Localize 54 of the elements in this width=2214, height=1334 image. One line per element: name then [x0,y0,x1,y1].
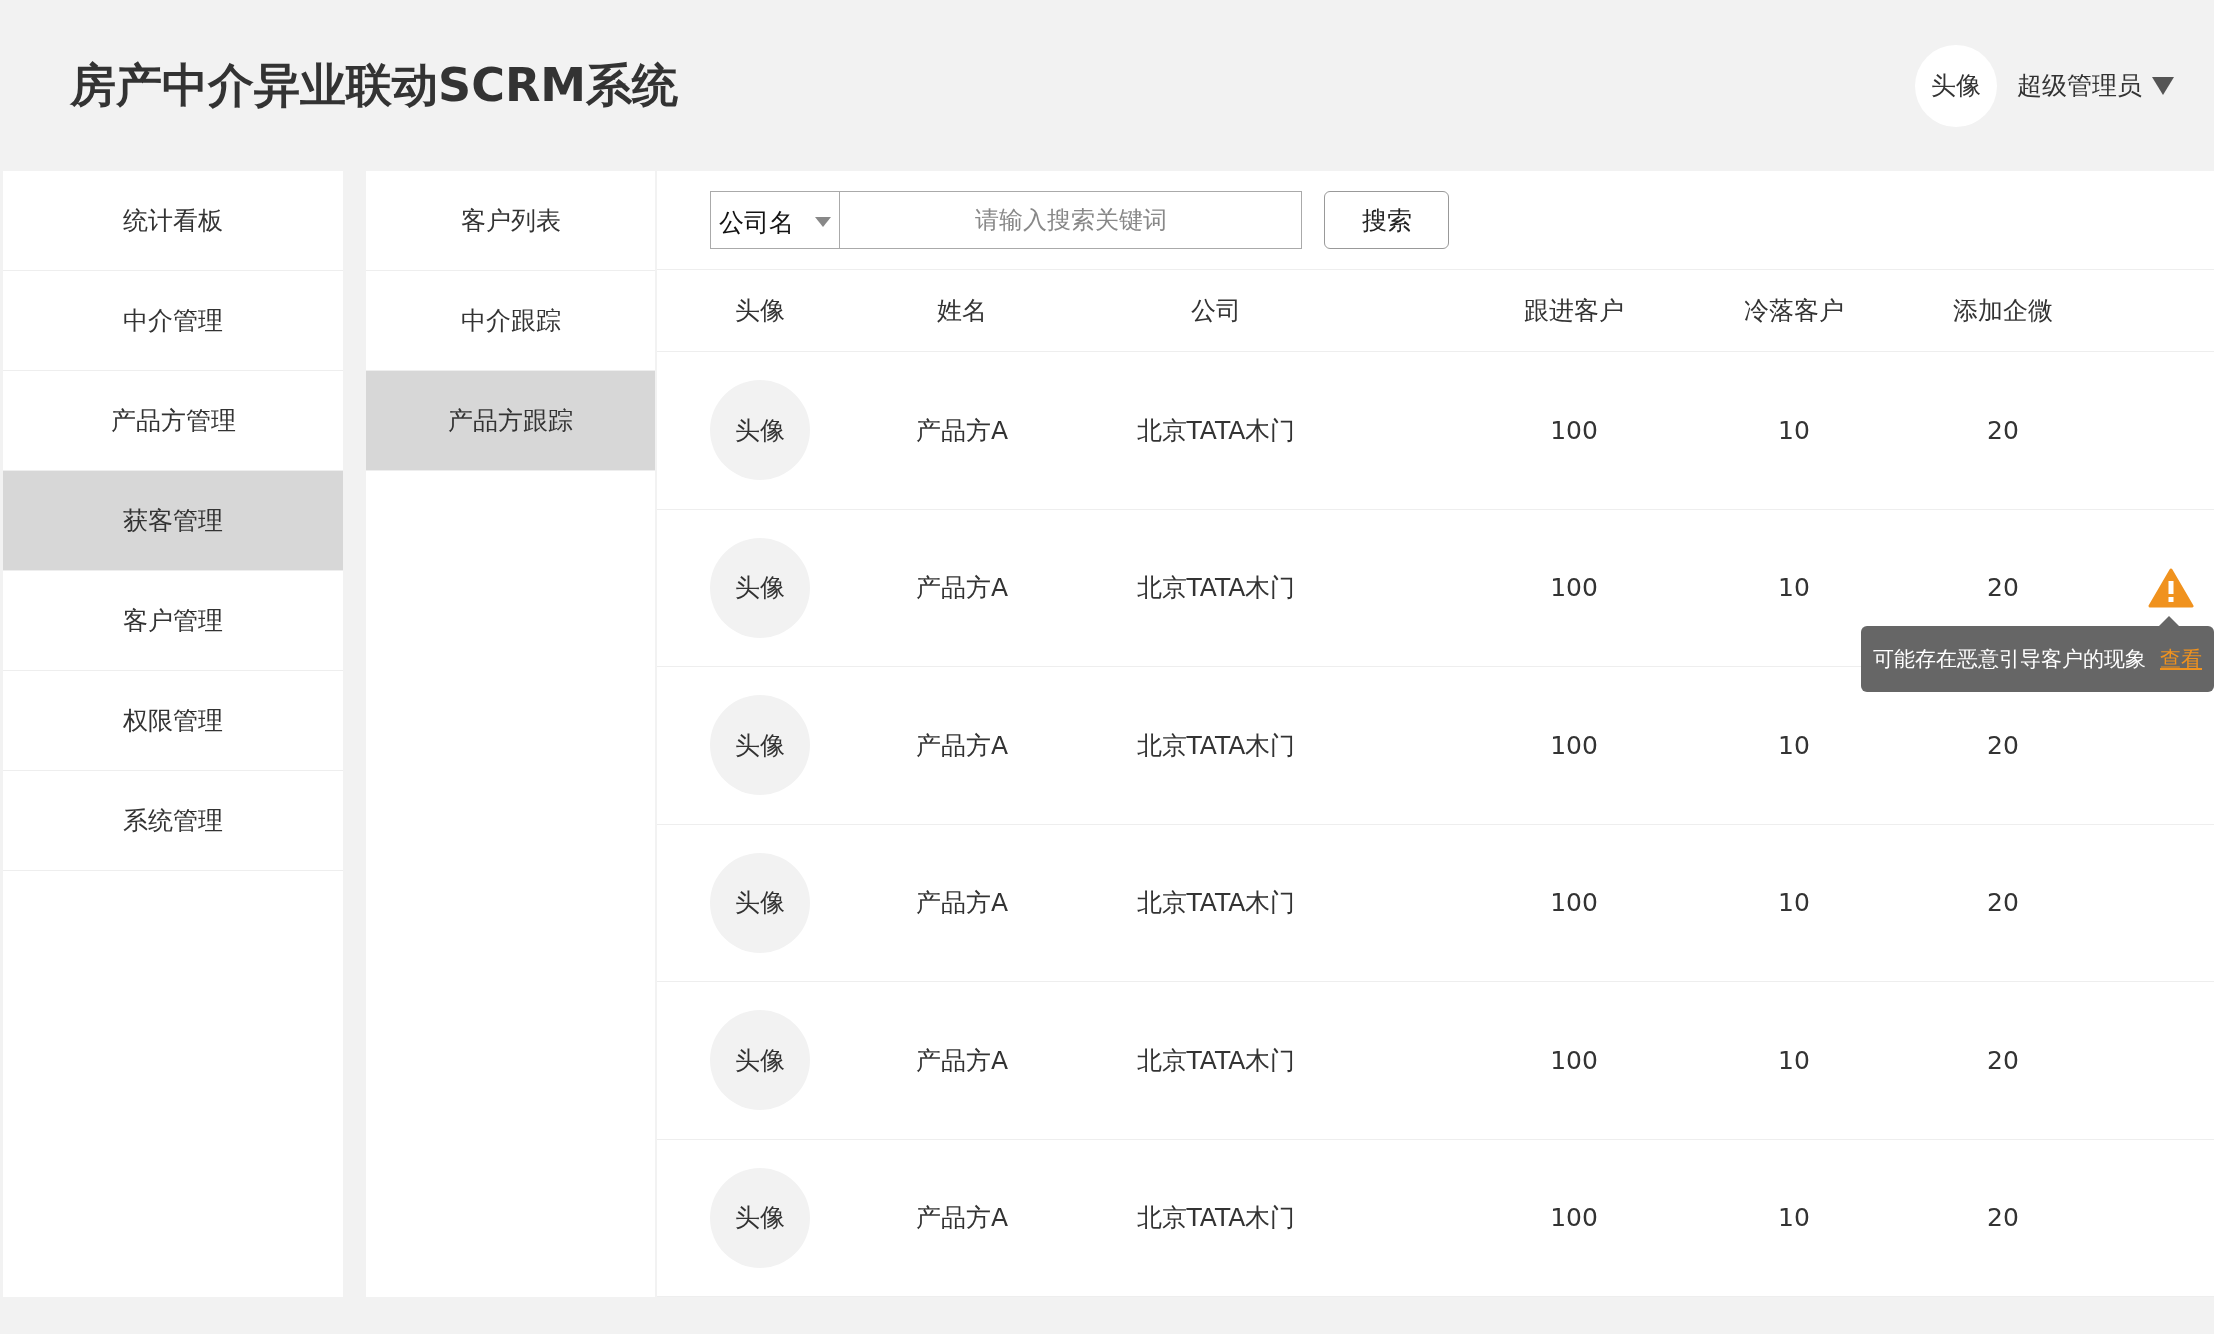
warning-icon[interactable] [2148,567,2194,608]
table-cell: 100 [1550,573,1598,603]
search-field[interactable]: 请输入搜索关键词 [840,191,1302,249]
table-cell: 100 [1550,1045,1598,1075]
table-cell: 20 [1987,573,2019,603]
table-cell-text: 产品方A [915,414,1009,447]
table-cell: 10 [1778,730,1810,760]
table-cell-text: 产品方A [915,1202,1009,1235]
search-button[interactable]: 搜索 [1324,191,1449,249]
user-menu[interactable]: 超级管理员 [2017,69,2174,102]
table-cell-text: 北京TATA木门 [1136,1044,1296,1077]
app-title: 房产中介异业联动SCRM系统 [70,56,679,114]
table-cell: 10 [1778,888,1810,918]
table-cell: 20 [1987,1045,2019,1075]
table-cell: 100 [1550,888,1598,918]
filter-dropdown[interactable]: 公司名 [710,191,840,249]
sidebar-item[interactable]: 获客管理 [3,471,343,571]
avatar-label: 头像 [735,414,785,447]
avatar-label: 头像 [735,887,785,920]
tooltip-text: 可能存在恶意引导客户的现象 [1873,645,2146,673]
submenu-item[interactable]: 产品方跟踪 [366,371,655,471]
table-cell: 20 [1987,1203,2019,1233]
table-cell-text: 产品方A [915,887,1009,920]
table-cell-text: 北京TATA木门 [1136,414,1296,447]
table-cell-text: 北京TATA木门 [1136,729,1296,762]
table-cell: 10 [1778,415,1810,445]
table-cell: 100 [1550,730,1598,760]
table-cell-text: 北京TATA木门 [1136,1202,1296,1235]
avatar-label: 头像 [735,1202,785,1235]
table-cell: 100 [1550,1203,1598,1233]
table-cell: 20 [1987,888,2019,918]
table-cell: 10 [1778,573,1810,603]
table-cell-text: 北京TATA木门 [1136,887,1296,920]
caret-icon [2152,76,2174,95]
table-cell-text: 产品方A [915,572,1009,605]
table-cell-text: 产品方A [915,729,1009,762]
avatar-label: 头像 [735,572,785,605]
table-cell: 20 [1987,415,2019,445]
column-header: 添加企微 [1953,295,2053,328]
column-header: 头像 [735,295,785,328]
table-cell-text: 产品方A [915,1044,1009,1077]
column-header: 冷落客户 [1744,295,1844,328]
avatar-label: 头像 [735,729,785,762]
table-cell: 10 [1778,1203,1810,1233]
table-cell: 20 [1987,730,2019,760]
column-header: 姓名 [937,295,987,328]
caret-icon [815,217,831,227]
table-cell: 100 [1550,415,1598,445]
column-header: 公司 [1191,295,1241,328]
table-cell: 10 [1778,1045,1810,1075]
user-avatar[interactable]: 头像 [1915,44,1997,127]
column-header: 跟进客户 [1524,295,1624,328]
table-cell-text: 北京TATA木门 [1136,572,1296,605]
avatar-label: 头像 [735,1044,785,1077]
